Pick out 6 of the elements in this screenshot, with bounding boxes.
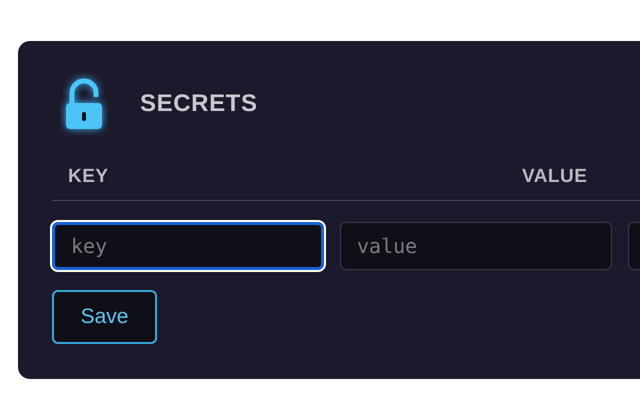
panel-title: SECRETS	[140, 89, 258, 119]
input-field[interactable]: key	[52, 222, 324, 270]
input-field[interactable]: value	[340, 222, 612, 270]
column-header: VALUE	[522, 165, 588, 189]
save-button[interactable]: Save	[52, 290, 157, 344]
column-header: KEY	[67, 165, 110, 189]
